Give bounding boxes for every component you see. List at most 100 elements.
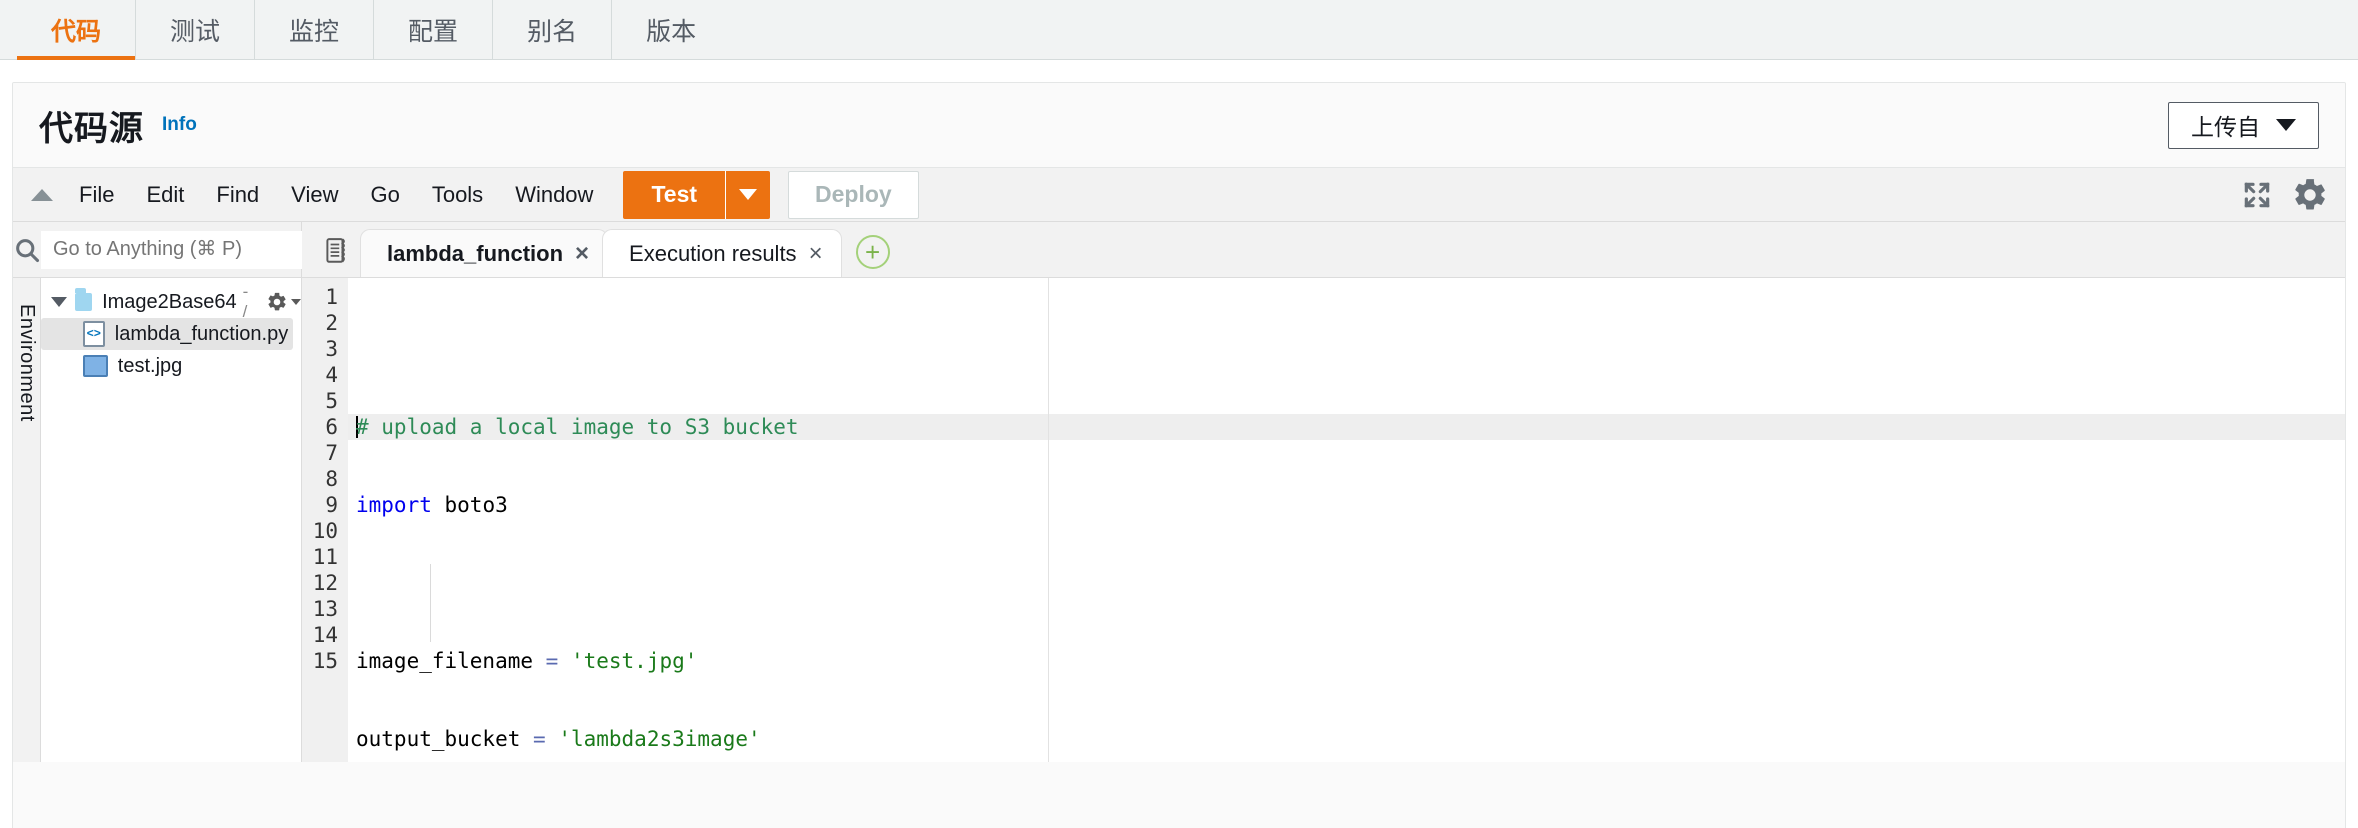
search-icon[interactable] [13, 236, 41, 264]
test-dropdown-button[interactable] [726, 171, 770, 219]
code-keyword: import [356, 493, 432, 517]
line-number: 4 [325, 363, 338, 387]
editor-tab-execution-results[interactable]: Execution results × [602, 229, 842, 277]
menu-go[interactable]: Go [354, 168, 415, 222]
indent-guide [430, 564, 431, 642]
tab-label: 版本 [646, 17, 697, 46]
editor-tab-label: Execution results [629, 240, 797, 266]
menu-find[interactable]: Find [200, 168, 275, 222]
menu-file[interactable]: File [63, 168, 130, 222]
editor-tabstrip: lambda_function × Execution results × + [302, 222, 2345, 278]
gear-icon[interactable] [2291, 176, 2329, 214]
code-editor[interactable]: 1 2 3 4 5 6 7 8 9 10 11 12 13 14 15 # up… [302, 278, 2345, 762]
file-explorer-column: Environment Image2Base64 - / [13, 222, 330, 762]
tab-monitor[interactable]: 监控 [255, 0, 375, 59]
tree-item-path-suffix: - / [242, 282, 249, 321]
tab-label: 测试 [170, 17, 221, 46]
tree-item-label: test.jpg [117, 354, 183, 377]
upload-button-label: 上传自 [2191, 114, 2260, 140]
tab-label: 别名 [527, 17, 578, 46]
tab-label: 监控 [289, 17, 340, 46]
menu-edit[interactable]: Edit [130, 168, 200, 222]
primary-tab-bar: 代码 测试 监控 配置 别名 版本 [0, 0, 2358, 60]
line-number: 8 [325, 467, 338, 491]
image-file-icon [82, 355, 108, 377]
print-margin [1048, 278, 1049, 762]
add-tab-icon[interactable]: + [855, 235, 890, 269]
tab-test[interactable]: 测试 [136, 0, 256, 59]
editor-tab-label: lambda_function [387, 240, 564, 266]
code-string: 'test.jpg' [570, 649, 698, 673]
tab-code[interactable]: 代码 [16, 0, 137, 60]
menu-window[interactable]: Window [499, 168, 609, 222]
tab-label: 代码 [51, 17, 102, 46]
code-content[interactable]: # upload a local image to S3 bucket impo… [348, 278, 2345, 762]
goto-anything-row [13, 222, 330, 278]
code-line-text: # upload a local image to S3 bucket [356, 415, 799, 439]
tree-item-label: lambda_function.py [114, 322, 289, 345]
tab-configuration[interactable]: 配置 [374, 0, 494, 59]
line-number-gutter: 1 2 3 4 5 6 7 8 9 10 11 12 13 14 15 [302, 278, 348, 762]
code-line-4: image_filename = 'test.jpg' [356, 649, 698, 673]
file-tree: Image2Base64 - / <> lambda_function.py t… [40, 278, 301, 762]
menu-tools[interactable]: Tools [416, 168, 499, 222]
ide-body: Environment Image2Base64 - / [13, 222, 2345, 762]
code-operator: = [545, 649, 559, 673]
tree-settings-icon[interactable] [266, 291, 301, 313]
code-line-1: # upload a local image to S3 bucket [348, 414, 2345, 440]
tree-item-file-lambda-function[interactable]: <> lambda_function.py [40, 318, 293, 350]
panel-header: 代码源 Info 上传自 [13, 83, 2345, 167]
tree-item-file-test-jpg[interactable]: test.jpg [41, 350, 301, 382]
test-button-group[interactable]: Test [623, 170, 771, 219]
line-number: 7 [325, 441, 338, 465]
page-title: 代码源 [39, 109, 144, 148]
close-icon[interactable]: × [575, 240, 589, 268]
code-line-2: import boto3 [356, 492, 2345, 518]
tree-area: Environment Image2Base64 - / <> lambda_f… [13, 278, 301, 762]
environment-rail-label: Environment [15, 304, 38, 422]
code-source-panel: 代码源 Info 上传自 File Edit Find View Go Tool… [12, 82, 2346, 828]
test-button[interactable]: Test [623, 170, 727, 219]
info-link[interactable]: Info [162, 114, 197, 136]
code-string: 'lambda2s3image' [558, 727, 761, 751]
tab-aliases[interactable]: 别名 [493, 0, 613, 59]
chevron-up-icon [31, 188, 53, 201]
collapse-panel-button[interactable] [21, 188, 63, 201]
editor-tab-lambda-function[interactable]: lambda_function × [360, 229, 609, 277]
line-number: 6 [325, 415, 338, 439]
environment-rail[interactable]: Environment [13, 278, 41, 762]
code-line-text: boto3 [444, 493, 508, 517]
close-icon[interactable]: × [809, 240, 823, 268]
menubar-right-actions [2241, 176, 2345, 214]
folder-icon [74, 288, 93, 311]
line-number: 11 [312, 545, 338, 569]
tab-label: 配置 [408, 17, 459, 46]
tab-versions[interactable]: 版本 [612, 0, 730, 59]
line-number: 3 [325, 337, 338, 361]
chevron-down-icon[interactable] [50, 297, 67, 307]
tree-item-label: Image2Base64 [102, 290, 237, 313]
line-number: 10 [312, 519, 338, 543]
line-number: 5 [325, 389, 338, 413]
ide-container: File Edit Find View Go Tools Window Test… [13, 167, 2345, 762]
code-line-5: output_bucket = 'lambda2s3image' [356, 727, 761, 751]
line-number: 1 [325, 285, 338, 309]
toggle-tree-icon[interactable] [312, 227, 360, 275]
chevron-down-icon [739, 189, 758, 200]
chevron-down-icon [2276, 119, 2296, 131]
editor-column: lambda_function × Execution results × + … [302, 222, 2345, 762]
fullscreen-icon[interactable] [2241, 179, 2273, 211]
line-number: 2 [325, 311, 338, 335]
ide-menubar: File Edit Find View Go Tools Window Test… [13, 168, 2345, 222]
code-operator: = [533, 727, 546, 751]
upload-from-button[interactable]: 上传自 [2168, 101, 2319, 149]
search-input[interactable] [41, 230, 330, 269]
line-number: 13 [312, 597, 338, 621]
tree-item-folder[interactable]: Image2Base64 - / [41, 282, 301, 321]
line-number: 15 [312, 649, 338, 673]
chevron-down-icon [291, 299, 301, 305]
menu-view[interactable]: View [275, 168, 354, 222]
line-number: 12 [312, 571, 338, 595]
deploy-button[interactable]: Deploy [788, 170, 919, 219]
